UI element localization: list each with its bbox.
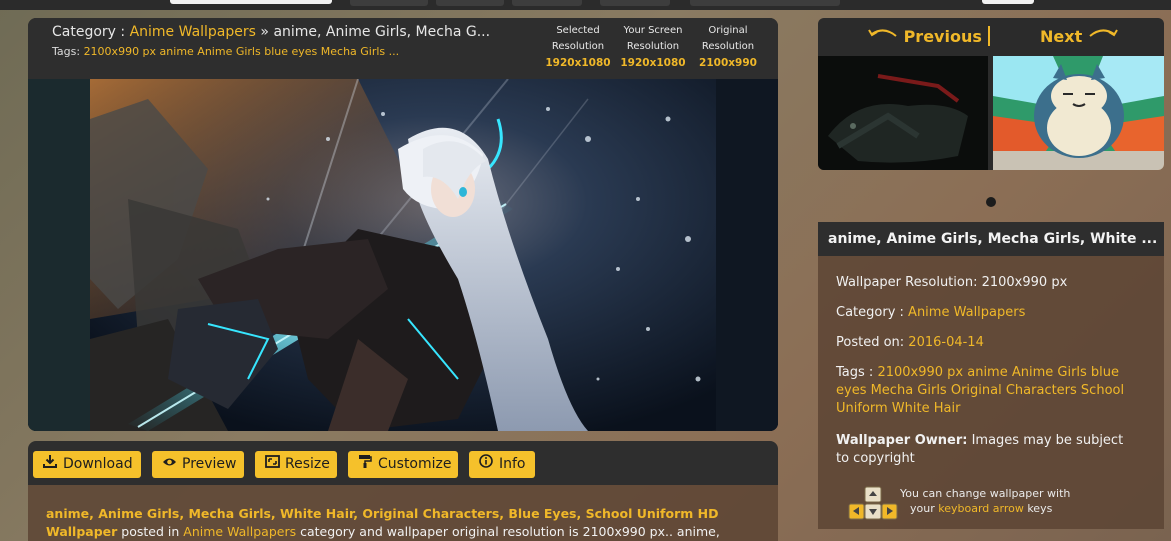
- keyboard-arrow-link[interactable]: keyboard arrow: [938, 502, 1024, 515]
- wallpaper-navigation: Previous Next: [818, 18, 1164, 170]
- top-nav-item[interactable]: [512, 0, 582, 6]
- anime-mecha-girl-illustration: [28, 79, 778, 431]
- top-nav-bar: [0, 0, 1171, 10]
- tags-line: Tags: 2100x990 px anime Anime Girls blue…: [52, 45, 399, 58]
- resolution-label: Resolution: [701, 41, 755, 52]
- download-label: Download: [63, 456, 133, 472]
- info-icon: [479, 451, 495, 478]
- info-button[interactable]: Info: [469, 451, 535, 478]
- tags-row: Tags : 2100x990 px anime Anime Girls blu…: [836, 364, 1136, 418]
- resolution-row: Wallpaper Resolution: 2100x990 px: [836, 274, 1136, 292]
- curved-arrow-right-icon: [1089, 29, 1118, 37]
- category-line: Category : Anime Wallpapers » anime, Ani…: [52, 24, 490, 40]
- wallpaper-panel: Category : Anime Wallpapers » anime, Ani…: [28, 18, 778, 431]
- snorlax-thumbnail: [993, 56, 1164, 170]
- category-label: Category :: [836, 305, 904, 320]
- paint-roller-icon: [358, 451, 374, 478]
- info-panel: Wallpaper Resolution: 2100x990 px Catego…: [818, 256, 1164, 529]
- top-nav-item[interactable]: [600, 0, 670, 6]
- tags-label: Tags :: [836, 365, 874, 380]
- screen-resolution[interactable]: Your Screen Resolution 1920x1080: [618, 23, 688, 71]
- dark-wolf-thumbnail: [818, 56, 988, 170]
- tags-label: Tags:: [52, 45, 81, 58]
- posted-row: Posted on: 2016-04-14: [836, 334, 1136, 352]
- carousel-dot[interactable]: [986, 197, 996, 207]
- top-nav-item[interactable]: [690, 0, 840, 6]
- eye-icon: [162, 451, 178, 478]
- wallpaper-description: anime, Anime Girls, Mecha Girls, White H…: [28, 485, 778, 541]
- resolution-label: Resolution: [551, 41, 605, 52]
- top-nav-item[interactable]: [436, 0, 504, 6]
- nav-divider: [988, 26, 990, 46]
- download-button[interactable]: Download: [33, 451, 141, 478]
- keyboard-hint-text: your: [910, 502, 939, 515]
- next-button[interactable]: Next: [1040, 26, 1120, 46]
- resolution-value: 1920x1080: [545, 57, 611, 69]
- top-nav-item[interactable]: [350, 0, 428, 6]
- resize-button[interactable]: Resize: [255, 451, 337, 478]
- breadcrumb-separator: »: [260, 24, 269, 40]
- resolution-value: 1920x1080: [620, 57, 686, 69]
- previous-label: Previous: [903, 27, 982, 46]
- keyboard-hint: You can change wallpaper with your keybo…: [900, 486, 1070, 516]
- keyboard-hint-line: your keyboard arrow keys: [900, 501, 1070, 516]
- owner-row: Wallpaper Owner: Images may be subject t…: [836, 432, 1136, 468]
- info-tags-links[interactable]: 2100x990 px anime Anime Girls blue eyes …: [836, 365, 1124, 416]
- info-title: anime, Anime Girls, Mecha Girls, White .…: [818, 222, 1164, 256]
- category-link[interactable]: Anime Wallpapers: [130, 24, 256, 40]
- resize-label: Resize: [285, 456, 330, 472]
- next-label: Next: [1040, 27, 1083, 46]
- description-text: posted in: [117, 524, 180, 539]
- resolution-label: Resolution: [626, 41, 680, 52]
- wallpaper-actions-toolbar: Download Preview Resize Customize Info: [28, 441, 778, 485]
- resize-icon: [265, 451, 281, 478]
- resolution-label: Original: [708, 25, 748, 36]
- tags-links[interactable]: 2100x990 px anime Anime Girls blue eyes …: [84, 45, 400, 58]
- preview-button[interactable]: Preview: [152, 451, 244, 478]
- keyboard-hint-line: You can change wallpaper with: [900, 487, 1071, 500]
- info-label: Info: [499, 456, 526, 472]
- previous-wallpaper-thumbnail[interactable]: [818, 56, 988, 170]
- wallpaper-header: Category : Anime Wallpapers » anime, Ani…: [28, 18, 778, 79]
- keyboard-arrows-icon: [848, 486, 898, 526]
- customize-label: Customize: [378, 456, 452, 472]
- previous-button[interactable]: Previous: [866, 26, 982, 46]
- curved-arrow-left-icon: [868, 29, 897, 37]
- category-row: Category : Anime Wallpapers: [836, 304, 1136, 322]
- keyboard-hint-text: keys: [1023, 502, 1053, 515]
- selected-resolution[interactable]: Selected Resolution 1920x1080: [543, 23, 613, 71]
- category-label: Category :: [52, 24, 126, 40]
- download-icon: [43, 451, 59, 478]
- top-nav-item[interactable]: [982, 0, 1034, 4]
- info-category-link[interactable]: Anime Wallpapers: [908, 305, 1025, 320]
- wallpaper-image[interactable]: [28, 79, 778, 431]
- resolution-value: 2100x990: [699, 57, 757, 69]
- description-category-link[interactable]: Anime Wallpapers: [183, 524, 296, 539]
- next-wallpaper-thumbnail[interactable]: [993, 56, 1164, 170]
- original-resolution[interactable]: Original Resolution 2100x990: [693, 23, 763, 71]
- owner-label: Wallpaper Owner:: [836, 433, 968, 448]
- customize-button[interactable]: Customize: [348, 451, 458, 478]
- posted-label: Posted on:: [836, 335, 905, 350]
- preview-label: Preview: [182, 456, 237, 472]
- posted-date-link[interactable]: 2016-04-14: [908, 335, 984, 350]
- search-box-edge[interactable]: [170, 0, 332, 4]
- resolution-text: Wallpaper Resolution: 2100x990 px: [836, 275, 1068, 290]
- resolution-label: Selected: [556, 25, 600, 36]
- resolution-label: Your Screen: [623, 25, 683, 36]
- wallpaper-title: anime, Anime Girls, Mecha G...: [273, 24, 491, 40]
